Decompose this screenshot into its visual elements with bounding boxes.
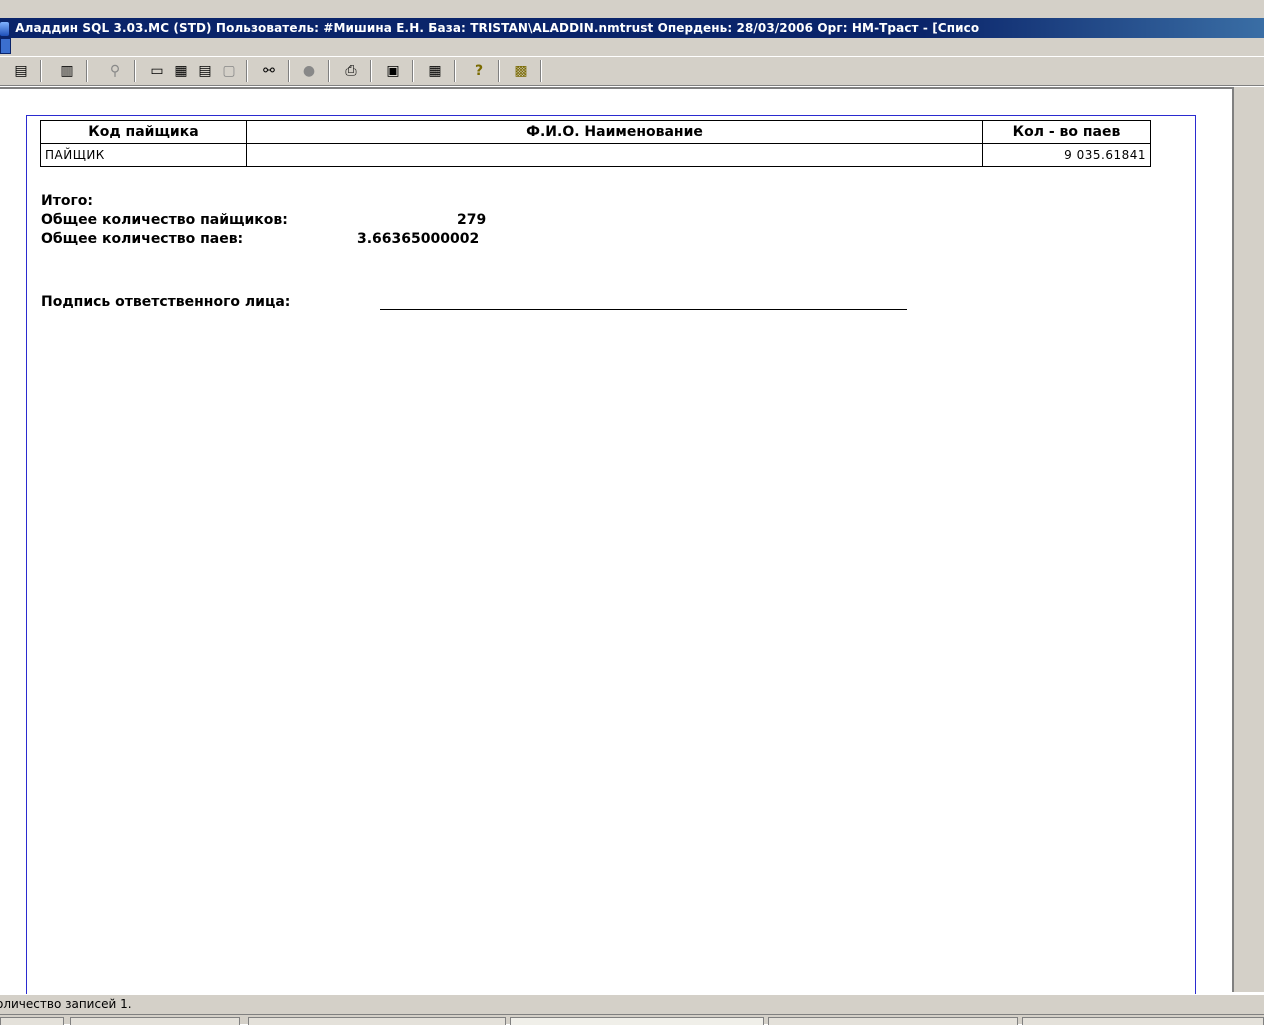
grid-view-icon[interactable]: ▦: [170, 61, 192, 81]
signature-line: [380, 309, 907, 310]
toolbar-separator: [412, 60, 414, 82]
save-icon[interactable]: ▣: [382, 61, 404, 81]
calendar-icon[interactable]: ▦: [424, 61, 446, 81]
column-header-count: Кол - во паев: [982, 120, 1151, 144]
summary-holders-value: 279: [457, 212, 487, 228]
taskbar: [0, 1014, 1264, 1025]
toolbar-separator: [328, 60, 330, 82]
summary-shares-label: Общее количество паев:: [41, 231, 244, 247]
status-bar: оличество записей 1.: [0, 994, 1264, 1014]
signature-label: Подпись ответственного лица:: [41, 294, 291, 310]
app-icon[interactable]: [0, 21, 9, 36]
summary-shares-line: Общее количество паев: 3.66365000002: [41, 230, 479, 249]
summary-total-line: Итого:: [41, 192, 288, 211]
summary-holders-label: Общее количество пайщиков:: [41, 212, 288, 228]
vertical-scrollbar[interactable]: [1232, 87, 1264, 992]
form-view-icon[interactable]: ▢: [218, 61, 240, 81]
toolbar-separator: [288, 60, 290, 82]
column-header-code: Код пайщика: [40, 120, 247, 144]
properties-icon[interactable]: ▤: [10, 61, 32, 81]
toolbar-separator: [498, 60, 500, 82]
toolbar: ▤ ▥ ⚲ ▭ ▦ ▤ ▢ ⚯ ● ⎙ ▣ ▦ ? ▩: [0, 56, 1264, 86]
report-summary: Итого: Общее количество пайщиков: 279 Об…: [41, 192, 486, 249]
toolbar-separator: [370, 60, 372, 82]
mdi-menu-row: [0, 38, 1264, 56]
window-title-context: Пользователь: #Мишина Е.Н. База: TRISTAN…: [215, 21, 980, 35]
filter-icon[interactable]: ⚲: [104, 61, 126, 81]
report-preview-area[interactable]: Код пайщика Ф.И.О. Наименование Кол - во…: [0, 87, 1232, 995]
cell-count: 9 035.61841: [982, 143, 1151, 167]
toolbar-separator: [40, 60, 42, 82]
cell-name: [246, 143, 983, 167]
status-record-count: оличество записей 1.: [0, 997, 132, 1011]
summary-shares-value: 3.66365000002: [357, 231, 480, 247]
report-page: Код пайщика Ф.И.О. Наименование Кол - во…: [26, 115, 1196, 995]
database-icon[interactable]: ▥: [56, 61, 78, 81]
window-right-edge: [1264, 0, 1280, 1024]
stop-icon[interactable]: ●: [298, 61, 320, 81]
window-title-app: Аладдин SQL 3.03.MC (STD): [15, 21, 212, 35]
summary-total-label: Итого:: [41, 193, 93, 209]
cell-code: ПАЙЩИК: [40, 143, 247, 167]
exit-icon[interactable]: ▩: [510, 61, 532, 81]
window-title: Аладдин SQL 3.03.MC (STD) Пользователь: …: [15, 21, 979, 35]
summary-holders-line: Общее количество пайщиков: 279: [41, 211, 486, 230]
single-view-icon[interactable]: ▭: [146, 61, 168, 81]
column-header-name: Ф.И.О. Наименование: [246, 120, 983, 144]
table-row: ПАЙЩИК 9 035.61841: [40, 143, 1151, 167]
tree-view-icon[interactable]: ▤: [194, 61, 216, 81]
toolbar-separator: [246, 60, 248, 82]
table-header-row: Код пайщика Ф.И.О. Наименование Кол - во…: [40, 120, 1151, 144]
print-icon[interactable]: ⎙: [340, 61, 362, 81]
find-icon[interactable]: ⚯: [258, 61, 280, 81]
toolbar-separator: [86, 60, 88, 82]
help-icon[interactable]: ?: [468, 61, 490, 81]
toolbar-separator: [134, 60, 136, 82]
toolbar-separator: [454, 60, 456, 82]
toolbar-separator: [540, 60, 542, 82]
window-titlebar-area: Аладдин SQL 3.03.MC (STD) Пользователь: …: [0, 0, 1264, 38]
report-table: Код пайщика Ф.И.О. Наименование Кол - во…: [40, 120, 1151, 167]
document-icon[interactable]: [0, 38, 11, 54]
window-titlebar[interactable]: Аладдин SQL 3.03.MC (STD) Пользователь: …: [0, 18, 1264, 38]
